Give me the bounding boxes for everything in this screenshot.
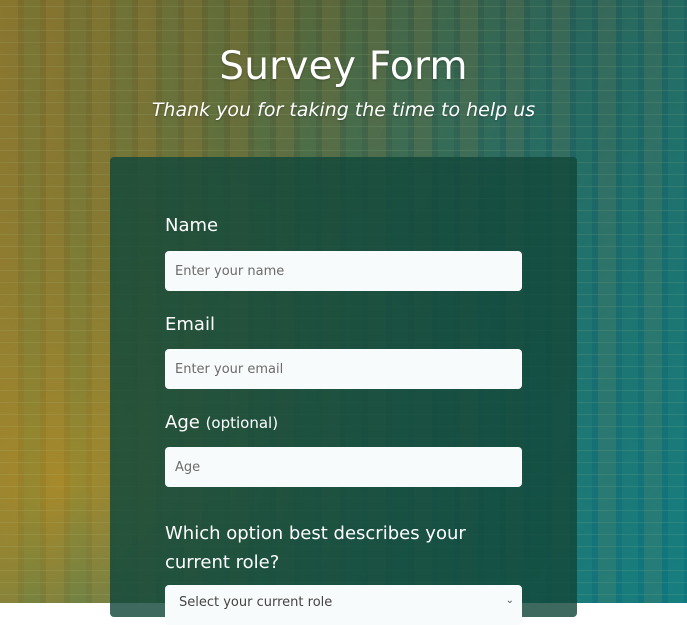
survey-form: Name Email Age (optional) Which option b…	[110, 157, 577, 625]
name-label: Name	[165, 215, 219, 236]
role-select[interactable]: Select your current role ⌄	[165, 585, 522, 625]
age-input[interactable]	[165, 447, 522, 487]
page-subtitle: Thank you for taking the time to help us	[151, 99, 536, 121]
role-question-label: Which option best describes your current…	[165, 523, 466, 573]
chevron-down-icon: ⌄	[505, 595, 514, 606]
name-input[interactable]	[165, 251, 522, 291]
age-label: Age	[165, 412, 200, 433]
email-input[interactable]	[165, 349, 522, 389]
email-label: Email	[165, 314, 215, 335]
age-label-group: Age (optional)	[165, 412, 278, 434]
page-title: Survey Form	[219, 44, 468, 89]
age-optional-hint: (optional)	[205, 414, 279, 432]
